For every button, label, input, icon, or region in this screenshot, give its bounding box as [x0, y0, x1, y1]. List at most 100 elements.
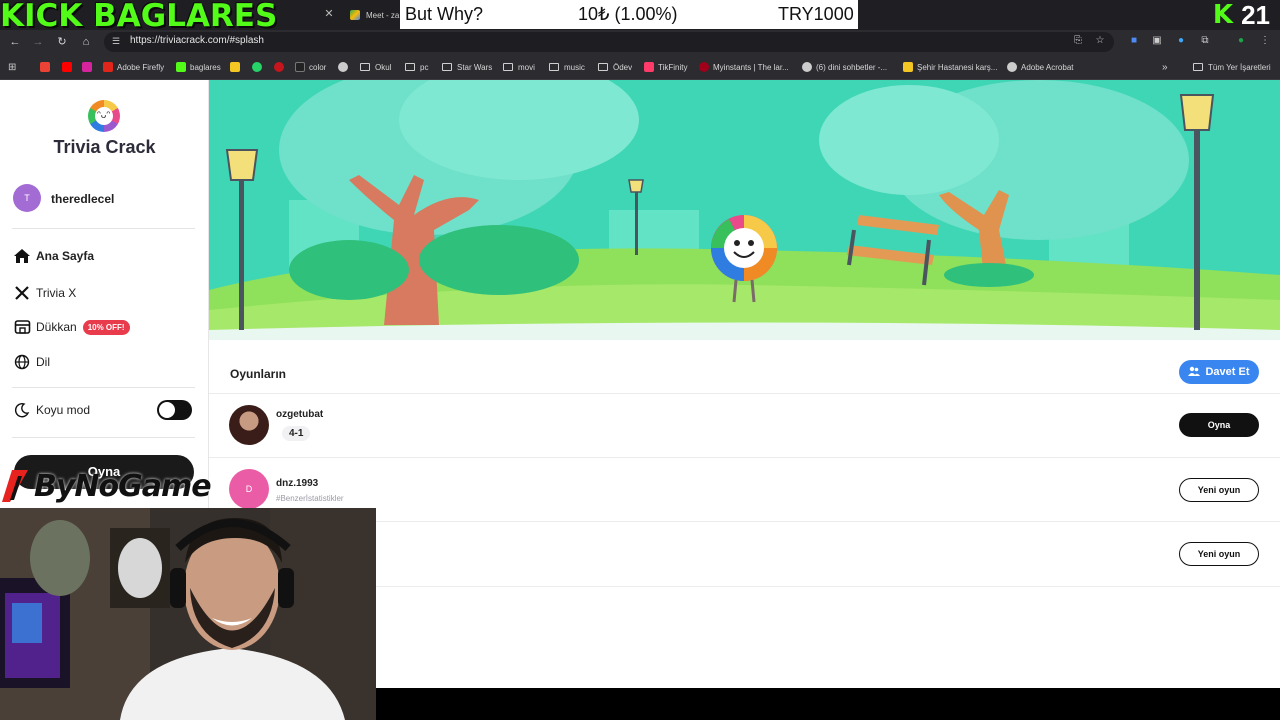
youtube-icon — [62, 62, 72, 72]
bookmark-label: Adobe Acrobat — [1021, 62, 1074, 72]
username[interactable]: theredlecel — [51, 192, 114, 206]
bookmark-item[interactable]: Adobe Acrobat — [1007, 60, 1073, 74]
bookmark-item[interactable]: TikFinity — [644, 60, 687, 74]
bookmark-item[interactable] — [62, 60, 76, 74]
bookmark-item[interactable]: color — [295, 60, 326, 74]
bookmark-folder[interactable]: Star Wars — [442, 60, 492, 74]
myinstants-icon — [699, 62, 709, 72]
bookmark-item[interactable] — [40, 60, 54, 74]
globe-icon — [13, 353, 31, 371]
folder-icon — [1193, 63, 1203, 71]
bookmark-star-icon[interactable]: ☆ — [1093, 34, 1107, 48]
webcam-feed — [0, 508, 376, 720]
screen: ✕ Meet - za KICK BAGLARES But Why? 10₺ (… — [0, 0, 1280, 720]
menu-label: Ana Sayfa — [36, 249, 95, 263]
invite-label: Davet Et — [1205, 366, 1250, 378]
whatsapp-icon — [252, 62, 262, 72]
globe-icon — [338, 62, 348, 72]
ticker-message: But Why? — [405, 4, 484, 24]
bookmark-folder[interactable]: Okul — [360, 60, 391, 74]
home-browser-icon[interactable]: ⌂ — [78, 34, 94, 50]
close-tab-icon[interactable]: ✕ — [322, 7, 336, 21]
bookmark-item[interactable]: Adobe Firefly — [103, 60, 164, 74]
bookmark-label: color — [309, 62, 327, 72]
bookmark-label: pc — [420, 62, 429, 72]
smile-face-icon: ᵔᴗᵔ — [97, 110, 111, 121]
menu-item-language[interactable]: Dil — [13, 352, 50, 372]
reload-icon[interactable]: ↻ — [54, 34, 70, 50]
ticker-amount: 10₺ (1.00%) — [578, 4, 678, 24]
bookmark-item[interactable] — [274, 60, 288, 74]
adobe-icon — [103, 62, 113, 72]
row-divider — [209, 457, 1280, 458]
bookmark-item[interactable]: Şehir Hastanesi karş... — [903, 60, 997, 74]
menu-item-trivia-x[interactable]: Trivia X — [13, 283, 76, 303]
dark-mode-label: Koyu mod — [36, 403, 91, 417]
site-info-icon[interactable]: ☰ — [112, 36, 120, 47]
back-arrow-icon[interactable]: ← — [7, 34, 23, 50]
forward-arrow-icon[interactable]: → — [30, 34, 46, 50]
translate-icon[interactable]: ■ — [1127, 34, 1141, 48]
score-pill: 4-1 — [282, 426, 311, 441]
bookmark-item[interactable]: (6) dini sohbetler -... — [802, 60, 887, 74]
profile-icon[interactable]: ● — [1234, 34, 1248, 48]
meet-icon — [350, 10, 360, 20]
player-avatar[interactable]: D — [229, 469, 269, 509]
play-button[interactable]: Oyna — [1179, 413, 1259, 437]
park-illustration — [209, 80, 1280, 340]
bookmark-label: Star Wars — [457, 62, 493, 72]
folder-icon — [360, 63, 370, 71]
menu-dots-icon[interactable]: ⋮ — [1258, 34, 1272, 48]
moon-icon — [13, 401, 31, 419]
new-game-button[interactable]: Yeni oyun — [1179, 478, 1259, 502]
bookmark-item[interactable] — [252, 60, 266, 74]
bookmark-label: Şehir Hastanesi karş... — [917, 62, 998, 72]
extension-icon[interactable]: ▣ — [1150, 34, 1164, 48]
divider — [12, 437, 195, 438]
invite-button[interactable]: Davet Et — [1179, 360, 1259, 384]
bookmark-item[interactable]: Myinstants | The lar... — [699, 60, 789, 74]
ticker-goal: TRY1000 — [778, 4, 854, 24]
download-icon[interactable]: ● — [1174, 34, 1188, 48]
menu-item-home[interactable]: Ana Sayfa — [13, 246, 94, 266]
all-bookmarks-label: Tüm Yer İşaretleri — [1208, 62, 1271, 72]
player-avatar[interactable] — [229, 405, 269, 445]
bookmark-folder[interactable]: movi — [503, 60, 535, 74]
s-icon — [903, 62, 913, 72]
dark-mode-row: Koyu mod — [13, 400, 90, 420]
new-game-button[interactable]: Yeni oyun — [1179, 542, 1259, 566]
chevron-right-icon[interactable]: » — [1162, 60, 1168, 74]
dark-mode-toggle[interactable] — [157, 400, 192, 420]
bookmark-item[interactable] — [338, 60, 352, 74]
bookmark-folder[interactable]: pc — [405, 60, 428, 74]
puzzle-icon[interactable]: ⧉ — [1198, 34, 1212, 48]
apps-grid-icon[interactable]: ⊞ — [8, 60, 16, 74]
globe-icon — [802, 62, 812, 72]
kick-viewer-count: K 21 — [1200, 0, 1280, 30]
install-app-icon[interactable]: ⎘ — [1071, 34, 1085, 48]
globe-icon — [1007, 62, 1017, 72]
bookmark-label: Ödev — [613, 62, 633, 72]
menu-item-shop[interactable]: Dükkan 10% OFF! — [13, 317, 130, 337]
bookmark-folder[interactable]: music — [549, 60, 585, 74]
url-field[interactable]: ☰ https://triviacrack.com/#splash — [104, 32, 1114, 52]
bookmark-label: music — [564, 62, 585, 72]
all-bookmarks[interactable]: Tüm Yer İşaretleri — [1193, 60, 1271, 74]
park-banner — [209, 80, 1280, 340]
player-name: ozgetubat — [276, 409, 324, 420]
user-avatar[interactable]: T — [13, 184, 41, 212]
bookmark-item[interactable] — [82, 60, 96, 74]
folder-icon — [405, 63, 415, 71]
users-icon — [1188, 366, 1201, 379]
tab-meet[interactable]: Meet - za — [350, 4, 399, 26]
bookmark-item[interactable] — [230, 60, 244, 74]
donation-ticker: But Why? 10₺ (1.00%) TRY1000 — [400, 0, 858, 29]
red-icon — [274, 62, 284, 72]
menu-label: Dil — [36, 355, 50, 369]
home-icon — [13, 247, 31, 265]
folder-icon — [442, 63, 452, 71]
bookmark-folder[interactable]: Ödev — [598, 60, 632, 74]
bookmark-item[interactable]: baglares — [176, 60, 221, 74]
folder-icon — [549, 63, 559, 71]
folder-icon — [503, 63, 513, 71]
